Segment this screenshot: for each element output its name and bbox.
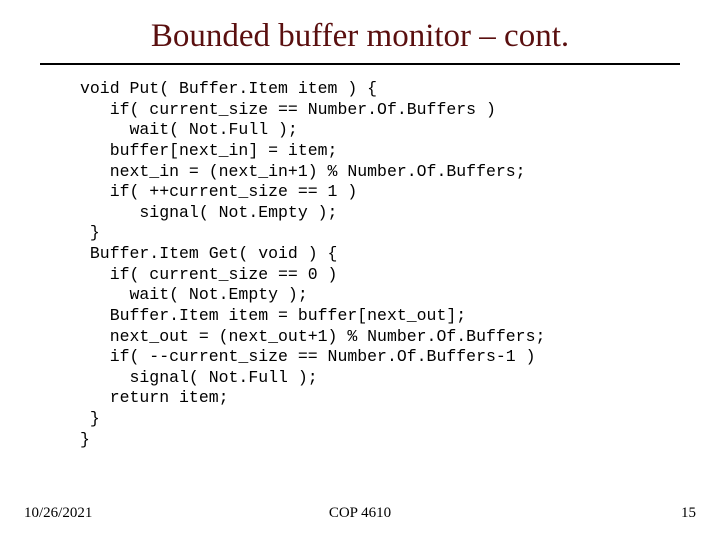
code-block: void Put( Buffer.Item item ) { if( curre… (80, 79, 720, 450)
footer-course: COP 4610 (0, 505, 720, 522)
slide-title: Bounded buffer monitor – cont. (0, 0, 720, 55)
title-divider (40, 63, 680, 65)
footer-page-number: 15 (681, 505, 696, 522)
slide: Bounded buffer monitor – cont. void Put(… (0, 0, 720, 540)
